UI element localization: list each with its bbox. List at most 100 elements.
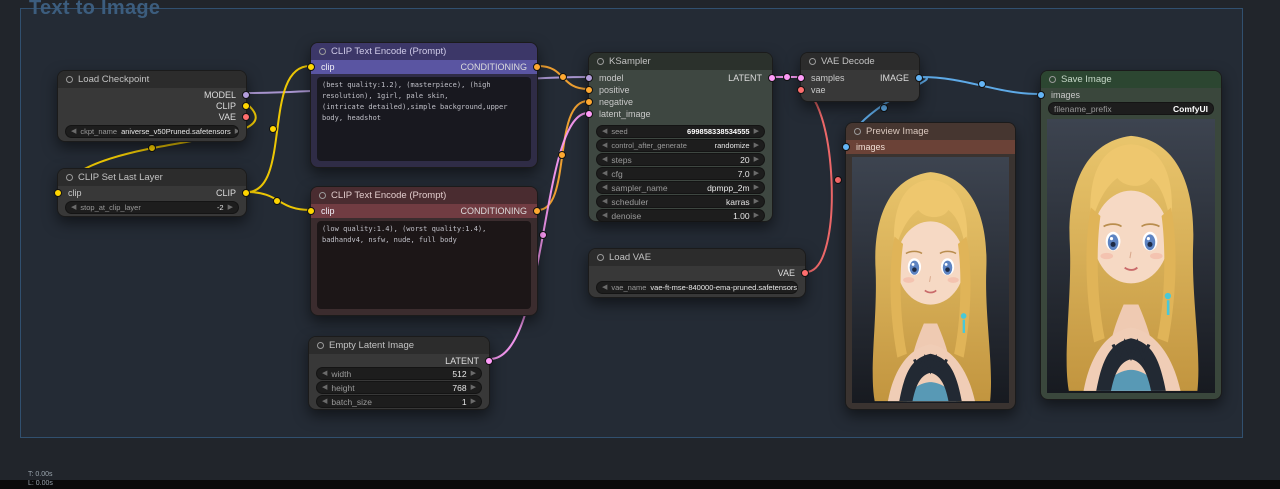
next-arrow-icon[interactable]: ▶ <box>754 170 759 177</box>
collapse-icon[interactable] <box>597 58 604 65</box>
collapse-icon[interactable] <box>319 192 326 199</box>
negative-prompt-textarea[interactable]: (low quality:1.4), (worst quality:1.4), … <box>317 221 531 309</box>
clip-input-dot[interactable] <box>307 207 315 215</box>
latent-output-dot[interactable] <box>768 74 776 82</box>
node-header[interactable]: Load VAE <box>589 249 805 266</box>
prev-arrow-icon[interactable]: ◀ <box>322 370 327 377</box>
node-clip-text-encode-positive[interactable]: CLIP Text Encode (Prompt) clip CONDITION… <box>307 42 541 168</box>
node-clip-set-last-layer[interactable]: CLIP Set Last Layer clip CLIP ◀ stop_at_… <box>54 168 250 217</box>
prev-arrow-icon[interactable]: ◀ <box>602 212 607 219</box>
next-arrow-icon[interactable]: ▶ <box>754 156 759 163</box>
vae-output-dot[interactable] <box>801 269 809 277</box>
input-label-clip: clip <box>68 188 82 198</box>
next-arrow-icon[interactable]: ▶ <box>754 184 759 191</box>
prev-arrow-icon[interactable]: ◀ <box>71 128 76 135</box>
node-header[interactable]: Empty Latent Image <box>309 337 489 354</box>
node-header[interactable]: Save Image <box>1041 71 1221 88</box>
model-input-dot[interactable] <box>585 74 593 82</box>
node-header[interactable]: Preview Image <box>846 123 1015 140</box>
denoise-widget[interactable]: ◀ denoise 1.00 ▶ <box>596 209 765 222</box>
slot-row-clip-conditioning: clip CONDITIONING <box>307 60 541 74</box>
collapse-icon[interactable] <box>66 174 73 181</box>
seed-widget[interactable]: ◀ seed 699858338534555 ▶ <box>596 125 765 138</box>
height-widget[interactable]: ◀ height 768 ▶ <box>316 381 482 394</box>
prev-arrow-icon[interactable]: ◀ <box>602 284 607 291</box>
node-title: Save Image <box>1061 74 1112 85</box>
collapse-icon[interactable] <box>1049 76 1056 83</box>
slot-row-samples-image: samples IMAGE <box>797 72 923 84</box>
node-header[interactable]: Load Checkpoint <box>58 71 246 88</box>
clip-output-dot[interactable] <box>242 189 250 197</box>
prev-arrow-icon[interactable]: ◀ <box>602 128 607 135</box>
prev-arrow-icon[interactable]: ◀ <box>602 198 607 205</box>
filename-prefix-widget[interactable]: filename_prefix ComfyUI <box>1048 102 1214 115</box>
conditioning-output-dot[interactable] <box>533 63 541 71</box>
next-arrow-icon[interactable]: ▶ <box>235 128 238 135</box>
prev-arrow-icon[interactable]: ◀ <box>602 184 607 191</box>
cfg-widget[interactable]: ◀ cfg 7.0 ▶ <box>596 167 765 180</box>
next-arrow-icon[interactable]: ▶ <box>754 212 759 219</box>
widget-value: dpmpp_2m <box>707 182 750 193</box>
next-arrow-icon[interactable]: ▶ <box>471 398 476 405</box>
node-header[interactable]: KSampler <box>589 53 772 70</box>
positive-input-dot[interactable] <box>585 86 593 94</box>
conditioning-output-dot[interactable] <box>533 207 541 215</box>
collapse-icon[interactable] <box>319 48 326 55</box>
collapse-icon[interactable] <box>317 342 324 349</box>
next-arrow-icon[interactable]: ▶ <box>754 142 759 149</box>
negative-input-dot[interactable] <box>585 98 593 106</box>
steps-widget[interactable]: ◀ steps 20 ▶ <box>596 153 765 166</box>
prev-arrow-icon[interactable]: ◀ <box>602 142 607 149</box>
node-clip-text-encode-negative[interactable]: CLIP Text Encode (Prompt) clip CONDITION… <box>307 186 541 316</box>
node-save-image[interactable]: Save Image images filename_prefix ComfyU… <box>1037 70 1222 400</box>
node-load-checkpoint[interactable]: Load Checkpoint MODEL CLIP VAE ◀ ckpt_na… <box>57 70 250 142</box>
node-header[interactable]: CLIP Text Encode (Prompt) <box>311 187 537 204</box>
latent-image-input-dot[interactable] <box>585 110 593 118</box>
model-slot-dot[interactable] <box>242 91 250 99</box>
node-vae-decode[interactable]: VAE Decode samples IMAGE vae <box>797 52 923 102</box>
positive-prompt-textarea[interactable]: (best quality:1.2), (masterpiece), (high… <box>317 77 531 161</box>
latent-output-dot[interactable] <box>485 357 493 365</box>
next-arrow-icon[interactable]: ▶ <box>754 198 759 205</box>
collapse-icon[interactable] <box>597 254 604 261</box>
vae-slot-dot[interactable] <box>242 113 250 121</box>
collapse-icon[interactable] <box>66 76 73 83</box>
next-arrow-icon[interactable]: ▶ <box>471 370 476 377</box>
prev-arrow-icon[interactable]: ◀ <box>602 170 607 177</box>
batch-size-widget[interactable]: ◀ batch_size 1 ▶ <box>316 395 482 408</box>
clip-input-dot[interactable] <box>54 189 62 197</box>
node-title: Preview Image <box>866 126 929 137</box>
node-preview-image[interactable]: Preview Image images <box>842 122 1016 410</box>
stop-at-clip-layer-widget[interactable]: ◀ stop_at_clip_layer -2 ▶ <box>65 201 239 214</box>
node-header[interactable]: CLIP Set Last Layer <box>58 169 246 186</box>
control-after-generate-widget[interactable]: ◀ control_after_generate randomize ▶ <box>596 139 765 152</box>
width-widget[interactable]: ◀ width 512 ▶ <box>316 367 482 380</box>
node-load-vae[interactable]: Load VAE VAE ◀ vae_name vae-ft-mse-84000… <box>588 248 809 298</box>
clip-slot-dot[interactable] <box>242 102 250 110</box>
prev-arrow-icon[interactable]: ◀ <box>322 384 327 391</box>
images-input-dot[interactable] <box>842 143 850 151</box>
clip-input-dot[interactable] <box>307 63 315 71</box>
node-empty-latent-image[interactable]: Empty Latent Image LATENT ◀ width 512 ▶ … <box>308 336 493 410</box>
node-canvas[interactable]: Text to Image Load Checkpoint MODEL CLIP… <box>0 0 1280 489</box>
prev-arrow-icon[interactable]: ◀ <box>322 398 327 405</box>
node-header[interactable]: CLIP Text Encode (Prompt) <box>311 43 537 60</box>
prev-arrow-icon[interactable]: ◀ <box>71 204 76 211</box>
scheduler-widget[interactable]: ◀ scheduler karras ▶ <box>596 195 765 208</box>
image-output-dot[interactable] <box>915 74 923 82</box>
samples-input-dot[interactable] <box>797 74 805 82</box>
prev-arrow-icon[interactable]: ◀ <box>602 156 607 163</box>
sampler-name-widget[interactable]: ◀ sampler_name dpmpp_2m ▶ <box>596 181 765 194</box>
group-title[interactable]: Text to Image <box>29 0 160 20</box>
vae-input-dot[interactable] <box>797 86 805 94</box>
ckpt-name-widget[interactable]: ◀ ckpt_name aniverse_v50Pruned.safetenso… <box>65 125 239 138</box>
next-arrow-icon[interactable]: ▶ <box>754 128 759 135</box>
next-arrow-icon[interactable]: ▶ <box>471 384 476 391</box>
collapse-icon[interactable] <box>809 58 816 65</box>
collapse-icon[interactable] <box>854 128 861 135</box>
node-header[interactable]: VAE Decode <box>801 53 919 70</box>
next-arrow-icon[interactable]: ▶ <box>228 204 233 211</box>
vae-name-widget[interactable]: ◀ vae_name vae-ft-mse-840000-ema-pruned.… <box>596 281 798 294</box>
node-ksampler[interactable]: KSampler model LATENT positive negative … <box>585 52 776 222</box>
images-input-dot[interactable] <box>1037 91 1045 99</box>
